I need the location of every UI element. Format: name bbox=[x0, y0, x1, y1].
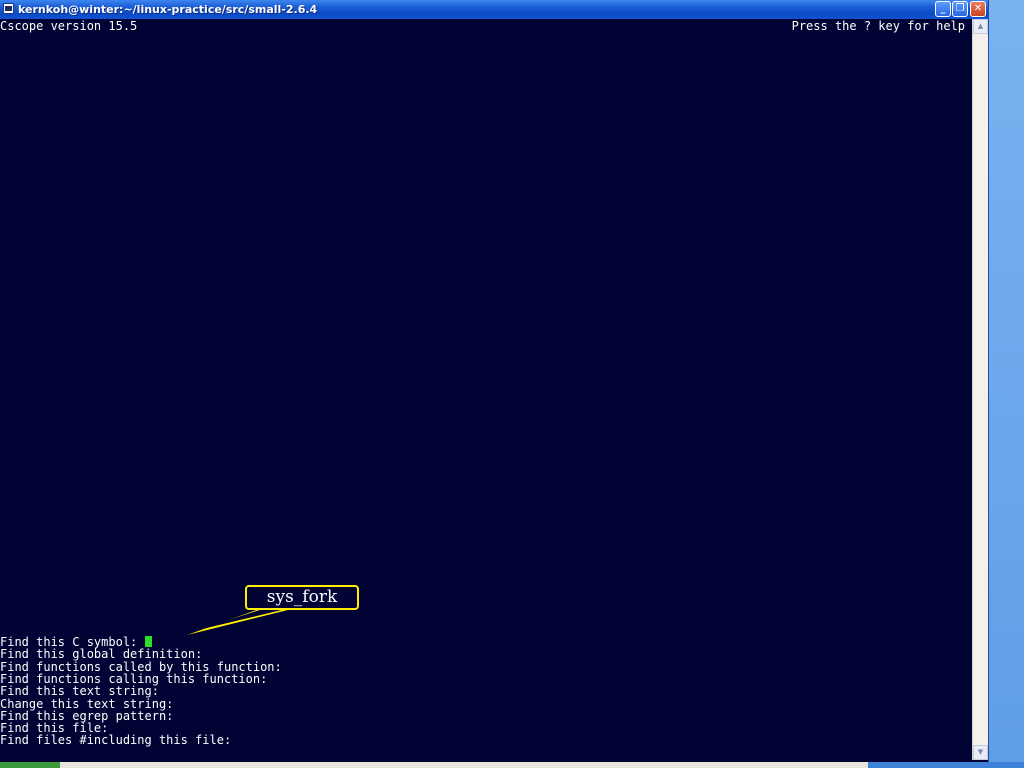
scroll-up-arrow-icon[interactable]: ▲ bbox=[973, 19, 988, 34]
window-titlebar[interactable]: kernkoh@winter:~/linux-practice/src/smal… bbox=[0, 0, 988, 19]
prompt-find-global-definition[interactable]: Find this global definition: bbox=[0, 648, 202, 661]
prompt-find-including-files[interactable]: Find files #including this file: bbox=[0, 734, 231, 747]
terminal-app-icon[interactable] bbox=[3, 3, 14, 14]
prompt-change-text-string[interactable]: Change this text string: bbox=[0, 697, 173, 710]
taskbar-edge bbox=[0, 762, 1024, 768]
cscope-version-text: Cscope version 15.5 bbox=[0, 19, 138, 33]
help-hint-text: Press the ? key for help bbox=[791, 19, 965, 33]
sys-fork-callout: sys_fork bbox=[245, 585, 359, 610]
maximize-button[interactable]: ❐ bbox=[952, 1, 968, 17]
vertical-scrollbar[interactable]: ▲ ▼ bbox=[972, 19, 988, 760]
text-cursor bbox=[144, 636, 152, 647]
terminal-screen[interactable]: Cscope version 15.5 Press the ? key for … bbox=[0, 19, 972, 760]
minimize-button[interactable]: _ bbox=[935, 1, 951, 17]
close-button[interactable]: ✕ bbox=[970, 1, 986, 17]
terminal-window[interactable]: kernkoh@winter:~/linux-practice/src/smal… bbox=[0, 0, 989, 762]
scroll-down-arrow-icon[interactable]: ▼ bbox=[973, 745, 988, 760]
window-title: kernkoh@winter:~/linux-practice/src/smal… bbox=[18, 3, 318, 16]
prompt-find-text-string[interactable]: Find this text string: bbox=[0, 685, 159, 698]
